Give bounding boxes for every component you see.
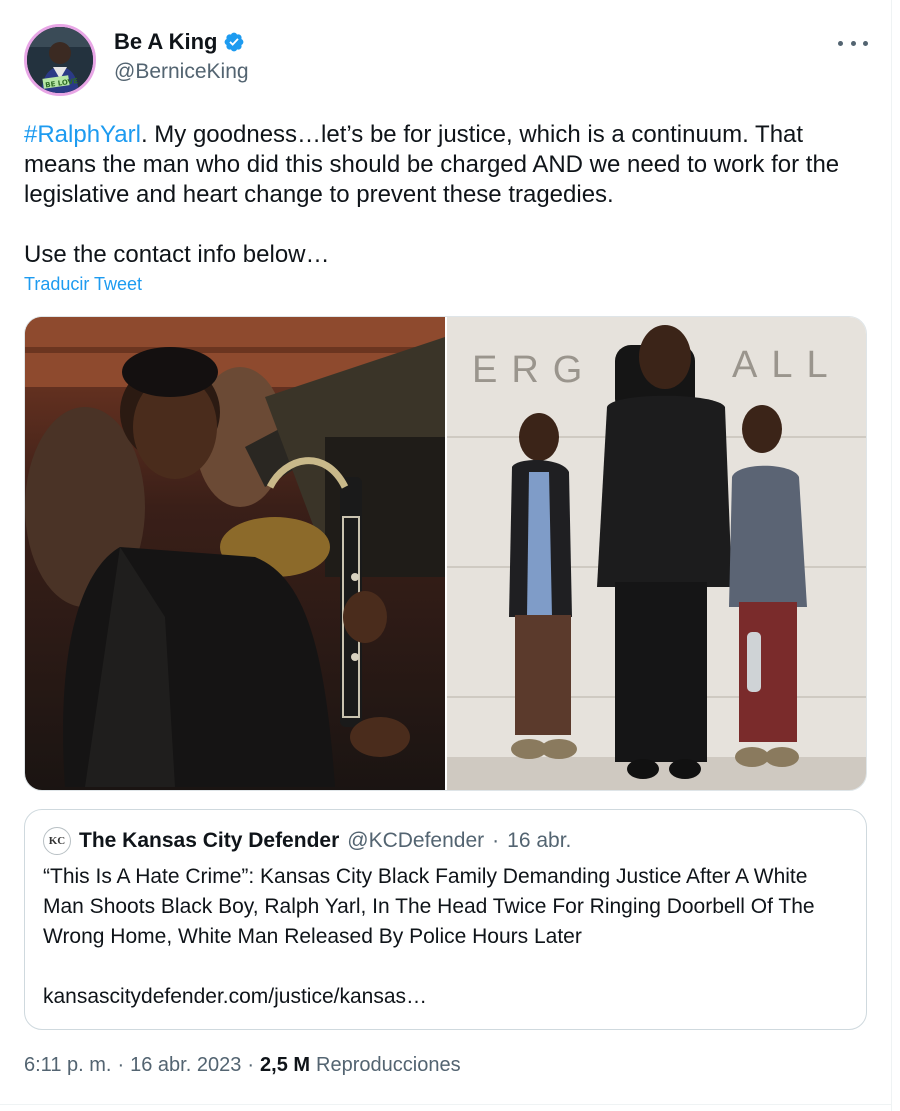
more-options-button[interactable] bbox=[838, 32, 868, 54]
hashtag-link[interactable]: #RalphYarl bbox=[24, 121, 141, 148]
meta-separator: · bbox=[117, 1054, 125, 1076]
tweet-paragraph-1: #RalphYarl. My goodness…let’s be for jus… bbox=[24, 120, 874, 210]
quoted-tweet-text: “This Is A Hate Crime”: Kansas City Blac… bbox=[43, 862, 843, 1012]
tweet-media-grid: ERG ALL bbox=[24, 316, 867, 791]
tweet-text: #RalphYarl. My goodness…let’s be for jus… bbox=[24, 120, 874, 270]
quoted-tweet-card[interactable]: KC The Kansas City Defender @KCDefender … bbox=[24, 809, 867, 1030]
tweet-metadata: 6:11 p. m. · 16 abr. 2023 · 2,5 M Reprod… bbox=[24, 1054, 461, 1077]
author-name-row: Be A King bbox=[114, 29, 245, 55]
more-options-icon-dot bbox=[838, 40, 843, 46]
quoted-date[interactable]: 16 abr. bbox=[507, 829, 571, 853]
quoted-tweet-link[interactable]: kansascitydefender.com/justice/kansas… bbox=[43, 982, 843, 1012]
more-options-icon-dot bbox=[863, 40, 868, 46]
quoted-author-avatar[interactable]: KC bbox=[43, 827, 71, 855]
quoted-author-handle[interactable]: @KCDefender bbox=[347, 829, 484, 853]
views-count: 2,5 M bbox=[260, 1054, 311, 1076]
more-options-icon-dot bbox=[850, 40, 856, 46]
column-border bbox=[891, 0, 892, 1111]
bottom-divider bbox=[0, 1104, 891, 1105]
translate-tweet-link[interactable]: Traducir Tweet bbox=[24, 274, 142, 295]
author-name[interactable]: Be A King bbox=[114, 29, 217, 55]
tweet-time[interactable]: 6:11 p. m. bbox=[24, 1054, 111, 1077]
verified-badge-icon bbox=[225, 32, 244, 52]
tweet-photo-2[interactable]: ERG ALL bbox=[446, 317, 866, 790]
quoted-tweet-header: KC The Kansas City Defender @KCDefender … bbox=[43, 827, 571, 855]
quoted-tweet-body: “This Is A Hate Crime”: Kansas City Blac… bbox=[43, 865, 815, 948]
author-handle[interactable]: @BerniceKing bbox=[114, 60, 249, 84]
tweet-photo-1[interactable] bbox=[25, 317, 445, 790]
views-label: Reproducciones bbox=[316, 1054, 461, 1076]
wall-lettering-right: ALL bbox=[732, 344, 842, 386]
meta-separator: · bbox=[247, 1054, 255, 1076]
wall-lettering-left: ERG bbox=[472, 349, 596, 391]
tweet-paragraph-2: Use the contact info below… bbox=[24, 241, 330, 268]
quoted-separator: · bbox=[492, 829, 500, 852]
tweet-date[interactable]: 16 abr. 2023 bbox=[130, 1054, 241, 1077]
quoted-author-name[interactable]: The Kansas City Defender bbox=[79, 829, 339, 853]
tweet-body: . My goodness…let’s be for justice, whic… bbox=[24, 121, 840, 208]
author-avatar[interactable]: BE LOVE bbox=[24, 24, 96, 96]
